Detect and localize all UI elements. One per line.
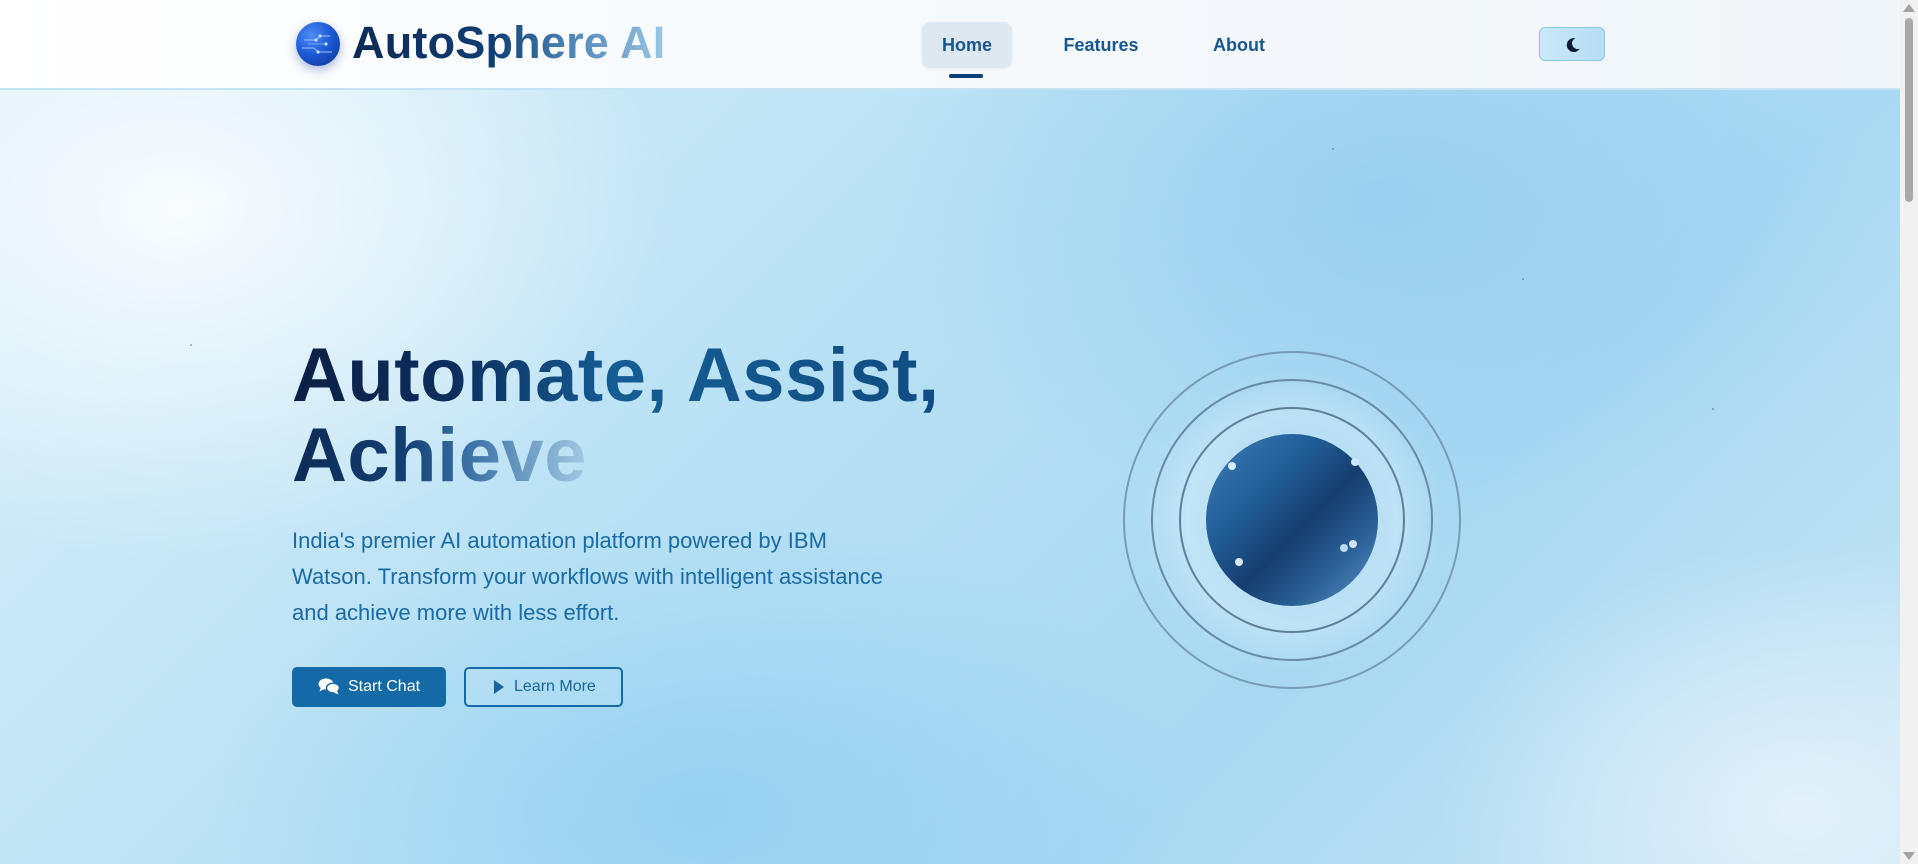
theme-toggle-button[interactable] [1539,27,1605,61]
learn-more-button[interactable]: Learn More [464,667,623,707]
brand-name[interactable]: AutoSphere AI [352,17,665,69]
learn-more-label: Learn More [514,678,596,695]
page: AutoSphere AI Home Features About Automa… [0,0,1900,864]
background-particle [1522,278,1524,280]
comments-icon [318,678,340,695]
background-particle [1712,408,1714,410]
scroll-down-arrow-icon[interactable] [1903,852,1915,860]
start-chat-label: Start Chat [348,678,421,695]
nav-features[interactable]: Features [1058,22,1144,68]
top-navbar: AutoSphere AI Home Features About [0,0,1900,90]
logo-globe-icon[interactable] [296,22,340,66]
background-particle [190,344,192,346]
moon-icon [1566,37,1580,52]
nav-about[interactable]: About [1204,22,1274,68]
hero-headline-line1: Automate, Assist, [292,333,940,418]
nav-active-indicator [949,74,983,78]
play-icon [494,680,504,694]
scroll-up-arrow-icon[interactable] [1903,4,1915,12]
start-chat-button[interactable]: Start Chat [292,667,446,707]
nav-home[interactable]: Home [922,22,1012,68]
ai-orb-illustration [1122,350,1462,690]
vertical-scrollbar[interactable] [1900,0,1918,864]
background-particle [1332,148,1334,150]
hero-subtitle: India's premier AI automation platform p… [292,528,883,625]
hero-headline-line2: Achieve [292,413,587,498]
hero-section: Automate, Assist, Achieve India's premie… [0,90,1900,864]
scrollbar-thumb[interactable] [1905,18,1913,202]
